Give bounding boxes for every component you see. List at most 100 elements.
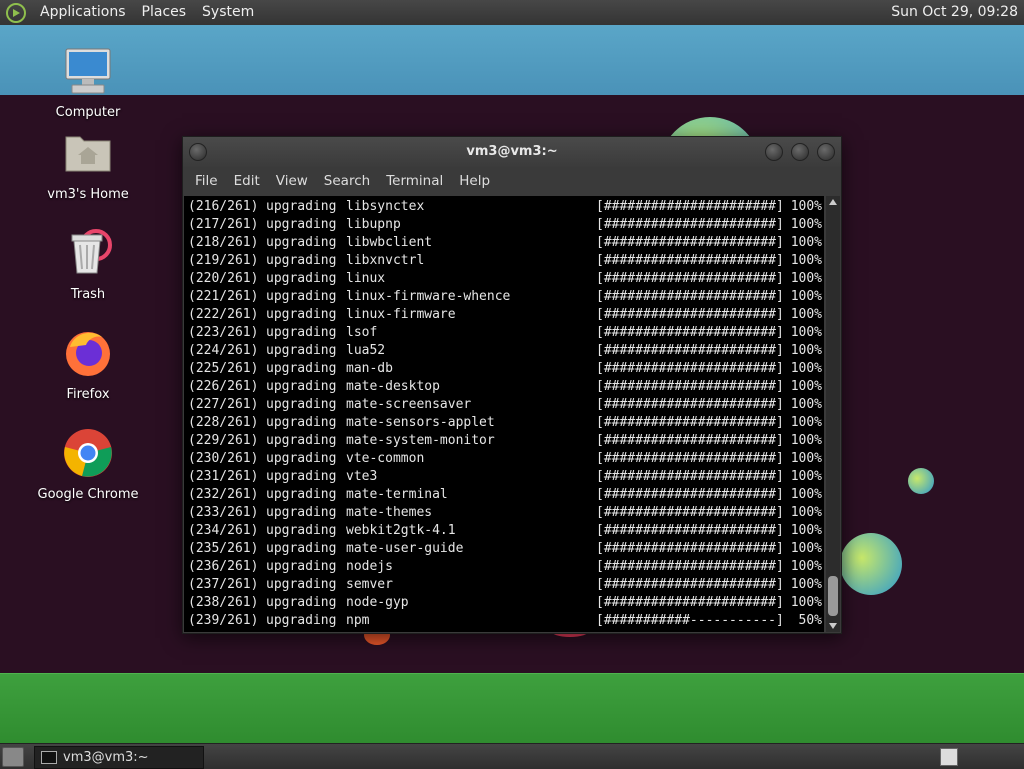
line-percent: 100% [790,577,822,592]
line-package: semver [346,577,393,592]
terminal-scrollbar[interactable] [826,196,840,632]
desktop-icon-label: Google Chrome [37,487,139,502]
menu-view[interactable]: View [268,173,316,189]
line-progress-bar: [######################] [596,451,784,466]
terminal-output[interactable]: (216/261) upgrading libsynctex [###########… [184,196,824,632]
line-progress-bar: [######################] [596,523,784,538]
desktop-icon-home[interactable]: vm3's Home [33,127,143,202]
computer-icon [65,48,111,94]
line-counter: (222/261) [188,307,259,322]
line-percent: 100% [790,469,822,484]
line-percent: 100% [790,307,822,322]
menu-edit[interactable]: Edit [226,173,268,189]
line-counter: (234/261) [188,523,259,538]
line-action: upgrading [266,541,337,556]
line-counter: (232/261) [188,487,259,502]
line-package: mate-themes [346,505,433,520]
desktop-icon-computer[interactable]: Computer [33,45,143,120]
line-package: linux-firmware [346,307,456,322]
terminal-line: (232/261) upgrading mate-terminal [########… [188,486,824,504]
line-counter: (228/261) [188,415,259,430]
line-percent: 100% [790,559,822,574]
line-progress-bar: [######################] [596,271,784,286]
line-progress-bar: [######################] [596,379,784,394]
line-progress-bar: [######################] [596,325,784,340]
line-percent: 100% [790,343,822,358]
menu-file[interactable]: File [187,173,226,189]
line-package: vte-common [346,451,425,466]
line-action: upgrading [266,415,337,430]
terminal-line: (217/261) upgrading libupnp [##############… [188,216,824,234]
line-counter: (227/261) [188,397,259,412]
line-percent: 100% [790,451,822,466]
chrome-icon [64,429,112,477]
line-package: libupnp [346,217,401,232]
system-menu[interactable]: System [194,0,262,25]
line-action: upgrading [266,199,337,214]
places-menu[interactable]: Places [134,0,195,25]
wallpaper-bubble [840,533,902,595]
line-action: upgrading [266,271,337,286]
line-percent: 100% [790,415,822,430]
workspace-switcher[interactable] [940,748,958,766]
line-package: mate-system-monitor [346,433,495,448]
line-action: upgrading [266,307,337,322]
terminal-line: (237/261) upgrading semver [###############… [188,576,824,594]
wallpaper-grass [0,673,1024,744]
taskbar-window-label: vm3@vm3:~ [63,750,149,765]
scroll-down-icon[interactable] [829,623,837,629]
line-action: upgrading [266,613,337,628]
mate-logo-icon[interactable] [6,2,26,23]
line-action: upgrading [266,397,337,412]
close-icon[interactable] [817,143,835,161]
line-percent: 100% [790,595,822,610]
line-action: upgrading [266,361,337,376]
menu-help[interactable]: Help [451,173,498,189]
line-action: upgrading [266,487,337,502]
terminal-window[interactable]: vm3@vm3:~ File Edit View Search Terminal… [182,136,842,634]
taskbar-window-button[interactable]: vm3@vm3:~ [34,746,204,769]
line-package: mate-sensors-applet [346,415,495,430]
scrollbar-thumb[interactable] [828,576,838,616]
line-action: upgrading [266,433,337,448]
line-action: upgrading [266,253,337,268]
menu-terminal[interactable]: Terminal [378,173,451,189]
line-counter: (223/261) [188,325,259,340]
line-counter: (235/261) [188,541,259,556]
terminal-line: (221/261) upgrading linux-firmware-whence [… [188,288,824,306]
minimize-icon[interactable] [765,143,783,161]
line-package: linux [346,271,386,286]
top-panel: Applications Places System Sun Oct 29, 0… [0,0,1024,26]
applications-menu[interactable]: Applications [32,0,134,25]
line-counter: (238/261) [188,595,259,610]
desktop-icon-firefox[interactable]: Firefox [33,327,143,402]
line-progress-bar: [######################] [596,469,784,484]
line-action: upgrading [266,379,337,394]
line-package: mate-desktop [346,379,440,394]
line-counter: (239/261) [188,613,259,628]
scroll-up-icon[interactable] [829,199,837,205]
line-percent: 100% [790,433,822,448]
terminal-line: (225/261) upgrading man-db [###############… [188,360,824,378]
line-percent: 100% [790,361,822,376]
line-progress-bar: [######################] [596,505,784,520]
window-titlebar[interactable]: vm3@vm3:~ [183,137,841,167]
line-counter: (224/261) [188,343,259,358]
line-package: lua52 [346,343,386,358]
line-counter: (236/261) [188,559,259,574]
line-progress-bar: [######################] [596,577,784,592]
menu-search[interactable]: Search [316,173,378,189]
trash-icon [71,229,112,274]
window-menu-icon[interactable] [189,143,207,161]
line-percent: 100% [790,379,822,394]
line-percent: 100% [790,271,822,286]
desktop-icon-chrome[interactable]: Google Chrome [33,427,143,502]
maximize-icon[interactable] [791,143,809,161]
line-percent: 100% [790,289,822,304]
show-desktop-icon[interactable] [2,747,24,767]
line-package: mate-user-guide [346,541,464,556]
line-package: linux-firmware-whence [346,289,511,304]
terminal-lines: (216/261) upgrading libsynctex [###########… [184,196,824,630]
clock[interactable]: Sun Oct 29, 09:28 [891,0,1018,25]
desktop-icon-trash[interactable]: Trash [33,227,143,302]
